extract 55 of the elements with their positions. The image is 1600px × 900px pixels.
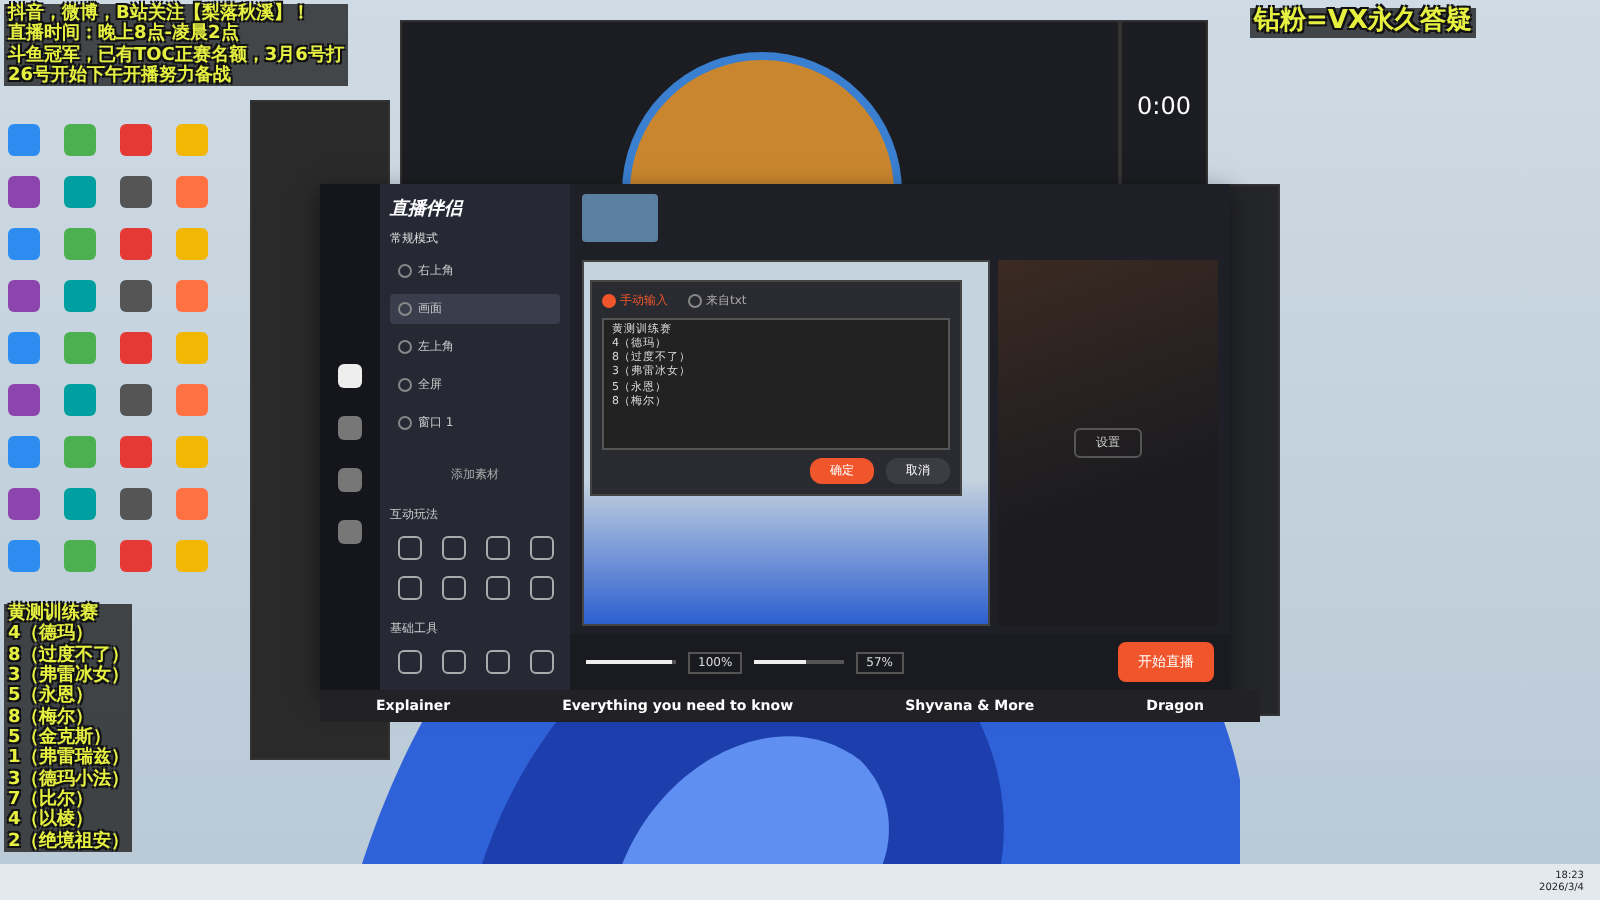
app-icon[interactable] (8, 280, 40, 312)
app-icon[interactable] (8, 488, 40, 520)
overlay-text: 1（弗雷瑞兹） (4, 748, 133, 770)
overlay-text: 4（以棱） (4, 810, 133, 832)
app-icon[interactable] (120, 384, 152, 416)
app-title: 直播伴侣 (390, 196, 466, 222)
tool-icon[interactable] (530, 650, 554, 674)
tool-icon[interactable] (486, 536, 510, 560)
photo-placeholder (582, 194, 658, 242)
nav-icon[interactable] (338, 364, 362, 388)
overlay-text: 26号开始下午开播努力备战 (4, 66, 348, 87)
app-icon[interactable] (8, 436, 40, 468)
overlay-text: 2（绝境祖安） (4, 831, 133, 853)
overlay-title: 黄测训练赛 (4, 604, 133, 625)
tool-icon[interactable] (530, 576, 554, 600)
tool-icon[interactable] (486, 576, 510, 600)
app-icon[interactable] (8, 540, 40, 572)
overlay-text: 4（德玛） (4, 624, 133, 646)
overlay-text: 钻粉=VX永久答疑 (1250, 8, 1476, 38)
app-icon[interactable] (8, 124, 40, 156)
app-icon[interactable] (8, 332, 40, 364)
app-icon[interactable] (8, 228, 40, 260)
overlay-text: 斗鱼冠军，已有TOC正赛名额，3月6号打 (4, 45, 348, 67)
overlay-text: 8（梅尔） (4, 707, 133, 729)
app-icon[interactable] (120, 280, 152, 312)
overlay-text: 直播时间：晚上8点-凌晨2点 (4, 24, 348, 46)
app-icon[interactable] (120, 540, 152, 572)
tool-icon[interactable] (486, 650, 510, 674)
tool-icon[interactable] (398, 576, 422, 600)
overlay-text: 抖音，微博，B站关注【梨落秋溪】！ (4, 4, 348, 25)
tool-icon[interactable] (442, 536, 466, 560)
overlay-text: 7（比尔） (4, 790, 133, 811)
tool-icon[interactable] (530, 536, 554, 560)
overlay-text: 5（永恩） (4, 686, 133, 708)
app-icon[interactable] (120, 228, 152, 260)
app-icon[interactable] (64, 488, 96, 520)
tool-icon[interactable] (442, 650, 466, 674)
app-icon[interactable] (64, 280, 96, 312)
tool-icon[interactable] (398, 650, 422, 674)
app-icon[interactable] (120, 332, 152, 364)
app-icon[interactable] (8, 384, 40, 416)
timer-text: 0:00 (1137, 91, 1191, 119)
app-icon[interactable] (8, 176, 40, 208)
overlay-text: 3（弗雷冰女） (4, 666, 133, 687)
app-icon[interactable] (120, 124, 152, 156)
app-icon[interactable] (120, 176, 152, 208)
tool-icon[interactable] (442, 576, 466, 600)
overlay-text: 5（金克斯） (4, 728, 133, 749)
app-icon[interactable] (64, 384, 96, 416)
app-icon[interactable] (120, 436, 152, 468)
overlay-text: 3（德玛小法） (4, 769, 133, 791)
app-icon[interactable] (120, 488, 152, 520)
overlay-text: 8（过度不了） (4, 645, 133, 667)
tool-icon[interactable] (398, 536, 422, 560)
app-icon[interactable] (64, 176, 96, 208)
